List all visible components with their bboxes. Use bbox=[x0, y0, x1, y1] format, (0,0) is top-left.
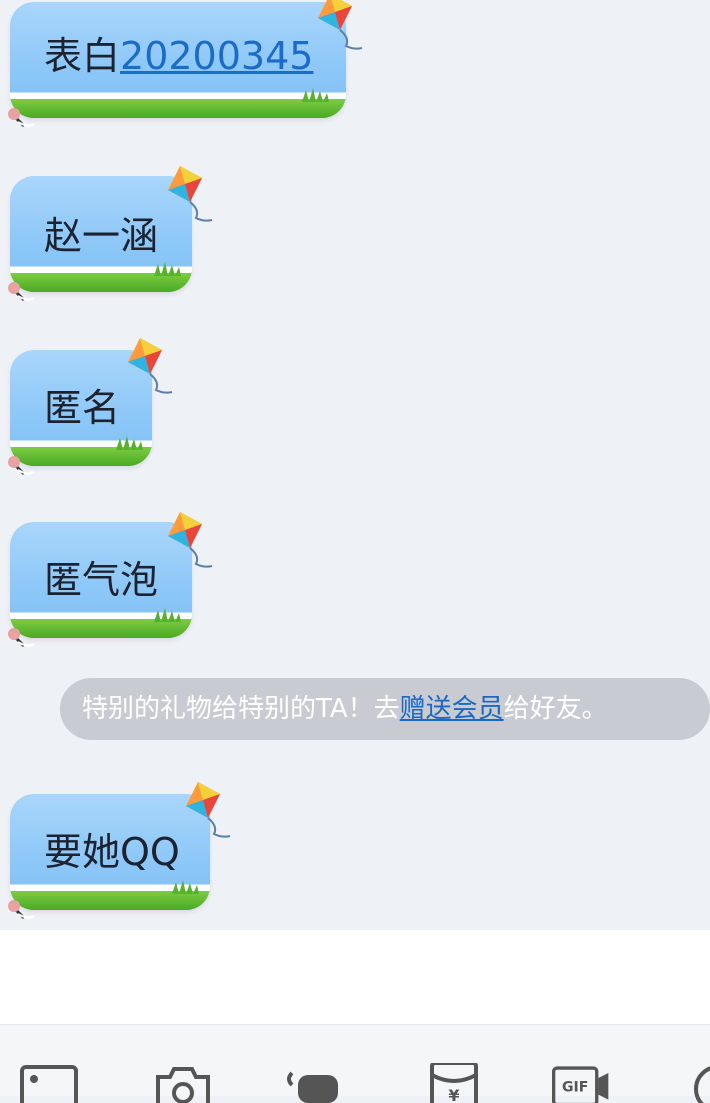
notice-text-end: 给好友。 bbox=[503, 694, 608, 724]
message-text: 要她QQ bbox=[44, 830, 180, 874]
corner-decoration-icon bbox=[8, 456, 35, 476]
message-bubble[interactable]: 匿名 bbox=[8, 338, 173, 476]
system-notice: 特别的礼物给特别的TA！去赠送会员给好友。 bbox=[60, 678, 710, 740]
message-bubble[interactable]: 赵一涵 bbox=[8, 166, 213, 302]
kite-icon bbox=[168, 512, 213, 568]
chat-area: 表白20200345 赵一涵 匿名 匿气泡 特别的礼物给特别的TA！去赠送会员给… bbox=[0, 0, 710, 930]
grass-tuft-icon bbox=[116, 436, 143, 450]
camera-icon[interactable] bbox=[154, 1063, 212, 1103]
grass-tuft-icon bbox=[154, 262, 181, 276]
message-bubble[interactable]: 匿气泡 bbox=[8, 512, 213, 648]
image-icon[interactable] bbox=[20, 1063, 78, 1103]
corner-decoration-icon bbox=[8, 628, 35, 648]
corner-decoration-icon bbox=[8, 900, 35, 920]
message-text: 赵一涵 bbox=[44, 214, 159, 258]
notice-text: 特别的礼物给特别的TA！去 bbox=[82, 694, 400, 724]
message-text: 匿名 bbox=[44, 386, 121, 430]
message-bubble[interactable]: 要她QQ bbox=[8, 782, 231, 920]
input-toolbar: ¥ GIF bbox=[0, 1024, 710, 1103]
message-bubble[interactable]: 表白20200345 bbox=[8, 0, 363, 128]
svg-text:¥: ¥ bbox=[448, 1086, 459, 1103]
corner-decoration-icon bbox=[8, 282, 35, 302]
kite-icon bbox=[128, 338, 173, 394]
kite-icon bbox=[318, 0, 363, 50]
hand-icon[interactable] bbox=[284, 1063, 342, 1103]
grass-tuft-icon bbox=[154, 608, 181, 622]
message-text: 表白20200345 bbox=[44, 34, 314, 78]
grass-tuft-icon bbox=[172, 880, 199, 894]
message-input-field[interactable] bbox=[0, 930, 710, 1024]
gif-label: GIF bbox=[562, 1079, 588, 1095]
more-icon[interactable] bbox=[692, 1063, 710, 1103]
grass-tuft-icon bbox=[302, 88, 329, 102]
corner-decoration-icon bbox=[8, 108, 35, 128]
gift-membership-link[interactable]: 赠送会员 bbox=[400, 694, 504, 724]
message-text: 匿气泡 bbox=[44, 558, 159, 602]
red-packet-icon[interactable]: ¥ bbox=[426, 1063, 484, 1103]
kite-icon bbox=[186, 782, 231, 838]
gif-icon[interactable]: GIF bbox=[552, 1063, 610, 1103]
message-number-link[interactable]: 20200345 bbox=[120, 34, 313, 78]
kite-icon bbox=[168, 166, 213, 222]
